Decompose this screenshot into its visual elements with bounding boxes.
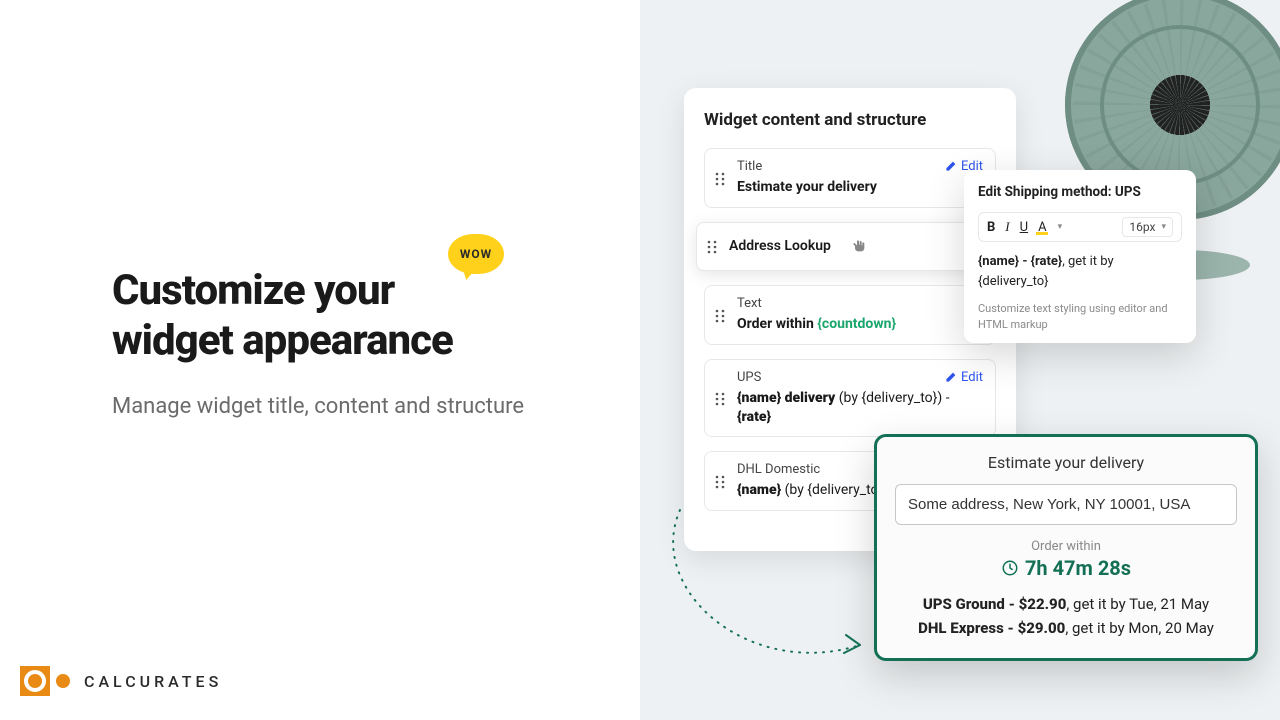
wow-badge: WOW — [448, 234, 504, 274]
editor-title: Edit Shipping method: UPS — [978, 184, 1182, 200]
page-headline: Customize your widget appearance — [112, 266, 453, 365]
brand-logo — [20, 666, 70, 696]
editor-panel: Edit Shipping method: UPS B I U A ▾ 16px… — [964, 170, 1196, 343]
rates-block: UPS Ground - $22.90, get it by Tue, 21 M… — [895, 592, 1237, 640]
grab-cursor-icon — [851, 238, 867, 254]
drag-handle-icon[interactable] — [715, 172, 725, 184]
row-value: Address Lookup — [729, 237, 831, 256]
underline-button[interactable]: U — [1020, 220, 1028, 235]
drag-handle-icon[interactable] — [707, 240, 717, 252]
order-within-label: Order within — [895, 539, 1237, 554]
countdown-value: 7h 47m 28s — [895, 556, 1237, 580]
left-pane: WOW Customize your widget appearance Man… — [0, 0, 640, 720]
text-toolbar: B I U A ▾ 16px ▾ — [978, 212, 1182, 242]
clock-icon — [1001, 559, 1019, 577]
chevron-down-icon[interactable]: ▾ — [1058, 222, 1063, 232]
editor-hint: Customize text styling using editor and … — [978, 301, 1182, 333]
row-type: Text — [737, 296, 981, 311]
preview-title: Estimate your delivery — [895, 453, 1237, 472]
rate-line: UPS Ground - $22.90, get it by Tue, 21 M… — [895, 592, 1237, 616]
row-value: Order within {countdown} — [737, 315, 981, 334]
headline-line2: widget appearance — [112, 316, 453, 365]
drag-handle-icon[interactable] — [715, 475, 725, 487]
pencil-icon — [944, 160, 957, 173]
row-value: Estimate your delivery — [737, 178, 981, 197]
edit-link[interactable]: Edit — [944, 370, 983, 385]
font-size-select[interactable]: 16px ▾ — [1122, 217, 1173, 237]
preview-widget: Estimate your delivery Order within 7h 4… — [874, 434, 1258, 661]
row-text[interactable]: Text Order within {countdown} — [704, 285, 996, 345]
brand-block: CALCURATES — [20, 666, 222, 696]
drag-handle-icon[interactable] — [715, 309, 725, 321]
rate-line: DHL Express - $29.00, get it by Mon, 20 … — [895, 616, 1237, 640]
bold-button[interactable]: B — [987, 220, 995, 235]
headline-line1: Customize your — [112, 266, 394, 315]
editor-content[interactable]: {name} - {rate}, get it by {delivery_to} — [978, 252, 1182, 291]
brand-name: CALCURATES — [84, 672, 222, 691]
row-value: {name} delivery (by {delivery_to}) - {ra… — [737, 389, 981, 427]
edit-label: Edit — [961, 370, 983, 385]
pencil-icon — [944, 371, 957, 384]
drag-handle-icon[interactable] — [715, 392, 725, 404]
row-title[interactable]: Edit Title Estimate your delivery — [704, 148, 996, 208]
italic-button[interactable]: I — [1005, 219, 1009, 235]
row-ups[interactable]: Edit UPS {name} delivery (by {delivery_t… — [704, 359, 996, 438]
settings-heading: Widget content and structure — [704, 110, 996, 130]
row-address-lookup[interactable]: Address Lookup — [696, 222, 1004, 271]
text-color-button[interactable]: A — [1038, 220, 1047, 235]
page-subhead: Manage widget title, content and structu… — [112, 390, 524, 423]
address-input[interactable] — [895, 484, 1237, 525]
chevron-down-icon: ▾ — [1161, 222, 1166, 232]
